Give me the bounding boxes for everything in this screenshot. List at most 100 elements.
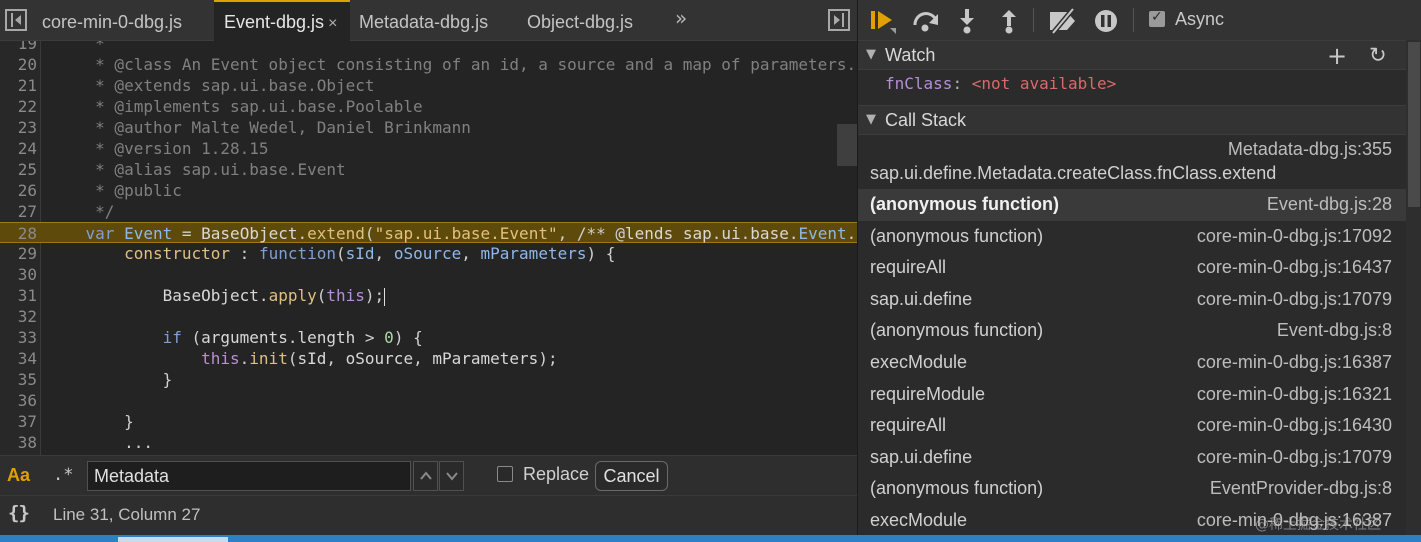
step-over-icon[interactable] (912, 8, 940, 34)
watch-section-header[interactable]: ▼ Watch + ↻ (858, 40, 1421, 70)
code-text: BaseObject.apply(this); (162, 286, 386, 306)
code-line[interactable]: 32 (0, 306, 857, 327)
cancel-search-button[interactable]: Cancel (595, 461, 668, 491)
line-number[interactable]: 35 (0, 369, 37, 390)
text-cursor (384, 287, 386, 306)
call-stack-frame[interactable]: requireAll core-min-0-dbg.js:16430 (858, 410, 1421, 442)
watch-expression[interactable]: fnClass: <not available> (885, 74, 1116, 93)
code-line[interactable]: 30 (0, 264, 857, 285)
sidebar-scrollbar[interactable] (1406, 40, 1421, 535)
line-number[interactable]: 21 (0, 75, 37, 96)
tab-object-dbg[interactable]: Object-dbg.js (527, 0, 633, 41)
code-line[interactable]: 22 * @implements sap.ui.base.Poolable (0, 96, 857, 117)
toolbar-separator (1033, 8, 1034, 32)
line-number[interactable]: 30 (0, 264, 37, 285)
code-line[interactable]: 31 BaseObject.apply(this); (0, 285, 857, 306)
code-line[interactable]: 23 * @author Malte Wedel, Daniel Brinkma… (0, 117, 857, 138)
code-text: this.init(sId, oSource, mParameters); (201, 349, 558, 368)
code-line[interactable]: 20 * @class An Event object consisting o… (0, 54, 857, 75)
pause-on-exceptions-icon[interactable] (1093, 8, 1119, 34)
pretty-print-icon[interactable]: {} (8, 502, 30, 524)
line-number[interactable]: 32 (0, 306, 37, 327)
line-number[interactable]: 28 (0, 223, 37, 244)
more-tabs-chevron-icon[interactable]: » (675, 6, 687, 30)
chevron-down-icon (446, 472, 458, 481)
code-line[interactable]: 27 */ (0, 201, 857, 222)
code-line[interactable]: 26 * @public (0, 180, 857, 201)
line-number[interactable]: 38 (0, 432, 37, 453)
toggle-debugger-icon[interactable] (828, 9, 850, 31)
call-stack-frame[interactable]: sap.ui.define core-min-0-dbg.js:17079 (858, 284, 1421, 316)
code-line[interactable]: 33 if (arguments.length > 0) { (0, 327, 857, 348)
vertical-scrollbar-thumb[interactable] (837, 124, 857, 166)
tab-event-dbg[interactable]: Event-dbg.js × (214, 0, 350, 42)
tab-metadata-dbg[interactable]: Metadata-dbg.js (359, 0, 488, 41)
line-number[interactable]: 34 (0, 348, 37, 369)
code-line[interactable]: 29 constructor : function(sId, oSource, … (0, 243, 857, 264)
replace-checkbox[interactable] (497, 466, 513, 482)
refresh-watch-icon[interactable]: ↻ (1369, 43, 1387, 67)
code-line[interactable]: 25 * @alias sap.ui.base.Event (0, 159, 857, 180)
call-stack-frame[interactable]: execModule core-min-0-dbg.js:16387 (858, 347, 1421, 379)
code-line[interactable]: 37 } (0, 411, 857, 432)
deactivate-breakpoints-icon[interactable] (1047, 8, 1079, 34)
frame-function-name: sap.ui.define (870, 446, 973, 467)
line-number[interactable]: 31 (0, 285, 37, 306)
line-number[interactable]: 36 (0, 390, 37, 411)
replace-label: Replace (523, 464, 590, 484)
resume-icon[interactable] (870, 8, 898, 34)
code-line[interactable]: 36 (0, 390, 857, 411)
code-line[interactable]: 21 * @extends sap.ui.base.Object (0, 75, 857, 96)
close-tab-icon[interactable]: × (328, 15, 337, 32)
line-number[interactable]: 33 (0, 327, 37, 348)
line-number[interactable]: 29 (0, 243, 37, 264)
tab-core-min-0-dbg[interactable]: core-min-0-dbg.js (42, 0, 182, 41)
line-number[interactable]: 27 (0, 201, 37, 222)
call-stack-section-header[interactable]: ▼ Call Stack (858, 105, 1421, 135)
search-previous-button[interactable] (413, 461, 438, 491)
code-line[interactable]: 24 * @version 1.28.15 (0, 138, 857, 159)
toolbar-separator (1133, 8, 1134, 32)
code-text: if (arguments.length > 0) { (162, 328, 423, 347)
code-line[interactable]: 34 this.init(sId, oSource, mParameters); (0, 348, 857, 369)
match-case-toggle[interactable]: Aa (7, 465, 30, 486)
code-line[interactable]: 28 var Event = BaseObject.extend("sap.ui… (0, 222, 857, 243)
call-stack-frame[interactable]: sap.ui.define core-min-0-dbg.js:17079 (858, 442, 1421, 474)
call-stack-frame[interactable]: (anonymous function) Event-dbg.js:28 (858, 189, 1421, 221)
call-stack-frame[interactable]: sap.ui.define.Metadata.createClass.fnCla… (858, 135, 1421, 189)
line-number[interactable]: 25 (0, 159, 37, 180)
watch-separator: : (952, 74, 963, 93)
code-line[interactable]: 38 ... (0, 432, 857, 453)
code-line[interactable]: 35 } (0, 369, 857, 390)
call-stack-frame[interactable]: (anonymous function) Event-dbg.js:8 (858, 315, 1421, 347)
regex-toggle[interactable]: .* (53, 465, 73, 485)
async-checkbox[interactable] (1149, 9, 1165, 27)
line-number[interactable]: 26 (0, 180, 37, 201)
call-stack-frame[interactable]: (anonymous function) EventProvider-dbg.js… (858, 473, 1421, 505)
toggle-navigator-icon[interactable] (5, 9, 27, 31)
source-editor-pane: core-min-0-dbg.js Event-dbg.js × Metadata… (0, 0, 857, 542)
code-line[interactable]: 19 * (0, 41, 857, 54)
step-into-icon[interactable] (956, 8, 978, 34)
cursor-position-text: Line 31, Column 27 (53, 505, 201, 524)
step-out-icon[interactable] (998, 8, 1020, 34)
frame-function-name: execModule (870, 510, 968, 530)
line-number[interactable]: 22 (0, 96, 37, 117)
frame-location: core-min-0-dbg.js:16430 (1196, 415, 1392, 436)
code-text: * @version 1.28.15 (47, 139, 269, 158)
frame-function-name: requireModule (870, 383, 986, 404)
code-area[interactable]: 19 * 20 * @class An Event object consisti… (0, 41, 857, 455)
call-stack-frame[interactable]: requireModule core-min-0-dbg.js:16321 (858, 379, 1421, 411)
line-number[interactable]: 24 (0, 138, 37, 159)
line-number[interactable]: 19 (0, 41, 37, 54)
add-watch-expression-icon[interactable]: + (1327, 42, 1347, 70)
async-label: Async (1175, 9, 1225, 29)
search-input[interactable] (87, 461, 411, 491)
search-next-button[interactable] (439, 461, 464, 491)
call-stack-frame[interactable]: requireAll core-min-0-dbg.js:16437 (858, 252, 1421, 284)
call-stack-frame[interactable]: (anonymous function) core-min-0-dbg.js:17… (858, 221, 1421, 253)
line-number[interactable]: 20 (0, 54, 37, 75)
line-number[interactable]: 23 (0, 117, 37, 138)
frame-function-name: execModule (870, 352, 968, 372)
line-number[interactable]: 37 (0, 411, 37, 432)
